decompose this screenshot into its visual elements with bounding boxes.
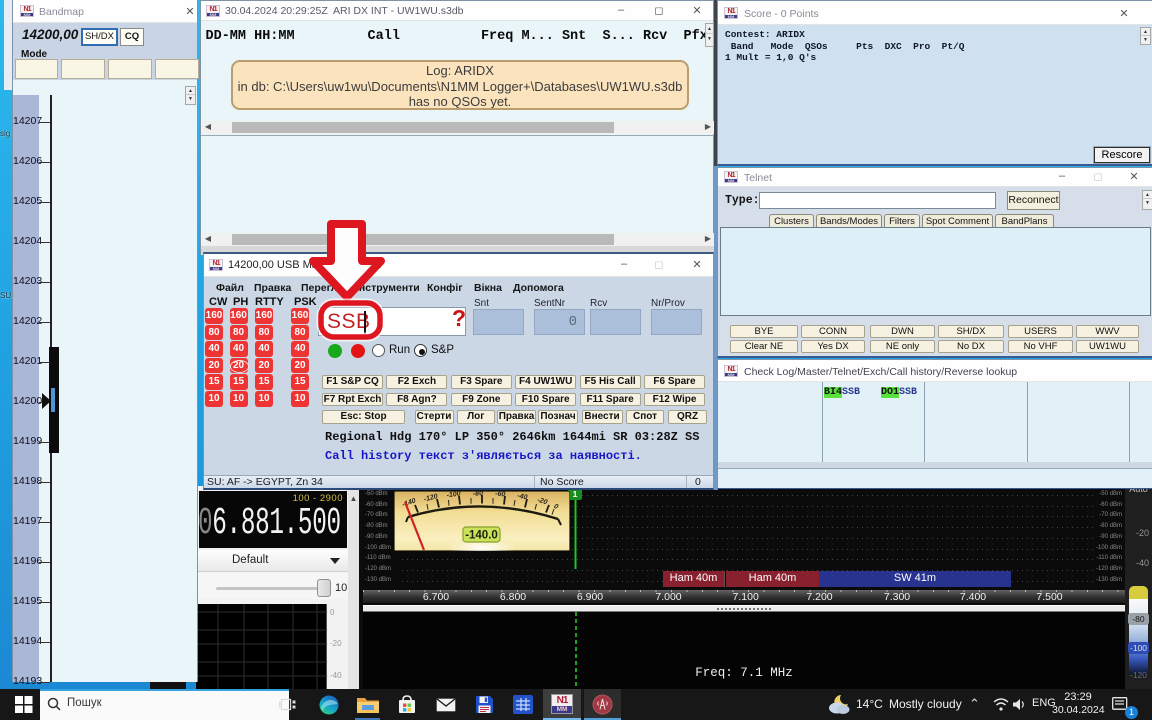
svg-text:-140.0: -140.0 bbox=[465, 530, 498, 542]
svg-text:-80: -80 bbox=[473, 491, 484, 498]
svg-text:-60: -60 bbox=[495, 491, 506, 498]
